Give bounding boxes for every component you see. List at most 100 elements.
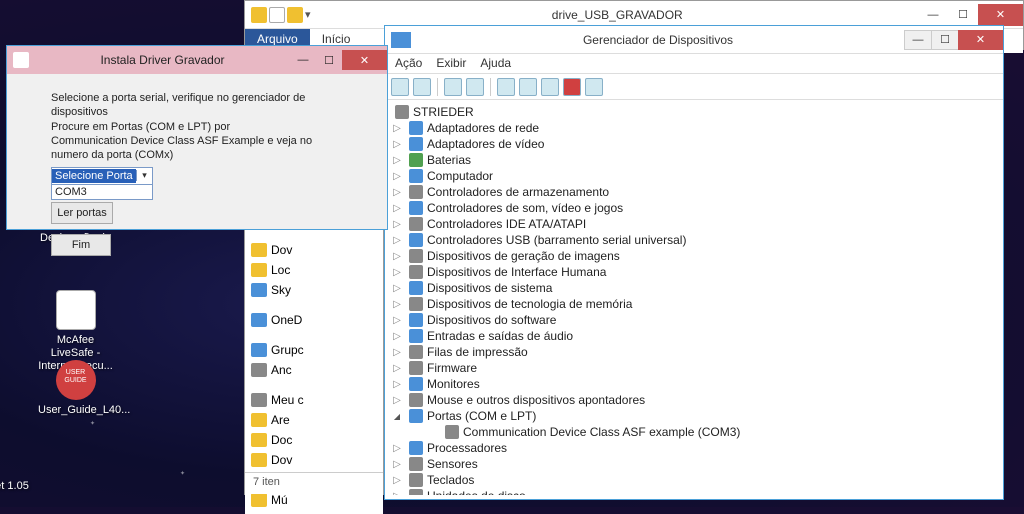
sensor-icon (409, 457, 423, 471)
explorer-title: drive_USB_GRAVADOR (317, 8, 918, 22)
combo-dropdown[interactable]: COM3 (51, 185, 153, 200)
explorer-quick-access: ▾ (245, 3, 317, 27)
combo-option-com3[interactable]: COM3 (52, 185, 152, 199)
tree-node[interactable]: Teclados (391, 472, 997, 488)
list-item[interactable]: Dov (249, 450, 379, 470)
tree-node[interactable]: Entradas e saídas de áudio (391, 328, 997, 344)
cpu-icon (409, 441, 423, 455)
end-button[interactable]: Fim (51, 234, 111, 256)
toolbar-fwd-icon[interactable] (413, 78, 431, 96)
folder-icon (251, 413, 267, 427)
tree-node[interactable]: Controladores de armazenamento (391, 184, 997, 200)
list-item[interactable]: Anc (249, 360, 379, 380)
tree-node[interactable]: Monitores (391, 376, 997, 392)
memory-icon (409, 297, 423, 311)
port-select-combo[interactable]: Selecione Porta ▾ (51, 167, 153, 185)
tree-node[interactable]: Controladores USB (barramento serial uni… (391, 232, 997, 248)
app-icon (13, 52, 29, 68)
maximize-button[interactable]: ☐ (316, 50, 342, 70)
close-button[interactable]: ✕ (958, 30, 1003, 50)
printer-icon (409, 345, 423, 359)
tree-node[interactable]: Adaptadores de rede (391, 120, 997, 136)
list-item[interactable]: OneD (249, 310, 379, 330)
folder-icon (251, 7, 267, 23)
dialog-title: Instala Driver Gravador (35, 53, 290, 67)
tree-node-com3[interactable]: Communication Device Class ASF example (… (427, 424, 997, 440)
list-item[interactable]: Sky (249, 280, 379, 300)
disk-icon (409, 489, 423, 495)
devmgr-icon (391, 32, 411, 48)
tree-node[interactable]: Filas de impressão (391, 344, 997, 360)
devmgr-toolbar (385, 74, 1003, 100)
firmware-icon (409, 361, 423, 375)
cloud-icon (251, 283, 267, 297)
tree-node[interactable]: Dispositivos do software (391, 312, 997, 328)
battery-icon (409, 153, 423, 167)
tree-node[interactable]: Processadores (391, 440, 997, 456)
devmgr-title: Gerenciador de Dispositivos (411, 33, 905, 47)
tree-node[interactable]: Computador (391, 168, 997, 184)
minimize-button[interactable]: — (904, 30, 932, 50)
explorer-statusbar: 7 iten (245, 472, 383, 494)
list-item[interactable]: Meu c (249, 390, 379, 410)
minimize-button[interactable]: — (918, 4, 948, 26)
tree-node[interactable]: Sensores (391, 456, 997, 472)
tree-node[interactable]: Mouse e outros dispositivos apontadores (391, 392, 997, 408)
tree-node[interactable]: Dispositivos de tecnologia de memória (391, 296, 997, 312)
computer-icon (251, 393, 267, 407)
maximize-button[interactable]: ☐ (948, 4, 978, 26)
toolbar-props-icon[interactable] (444, 78, 462, 96)
dialog-text: Communication Device Class ASF Example e… (51, 135, 351, 163)
devmgr-tree[interactable]: STRIEDER Adaptadores de rede Adaptadores… (385, 100, 1003, 495)
tree-node[interactable]: Adaptadores de vídeo (391, 136, 997, 152)
read-ports-button[interactable]: Ler portas (51, 202, 113, 224)
tree-node[interactable]: Dispositivos de sistema (391, 280, 997, 296)
menu-help[interactable]: Ajuda (480, 56, 511, 71)
computer-icon (409, 169, 423, 183)
menu-view[interactable]: Exibir (436, 56, 466, 71)
toolbar-refresh-icon[interactable] (585, 78, 603, 96)
tree-node[interactable]: Unidades de disco (391, 488, 997, 495)
tree-node[interactable]: Firmware (391, 360, 997, 376)
toolbar-scan-icon[interactable] (497, 78, 515, 96)
toolbar-help-icon[interactable] (466, 78, 484, 96)
tree-node[interactable]: Dispositivos de geração de imagens (391, 248, 997, 264)
toolbar-uninstall-icon[interactable] (541, 78, 559, 96)
close-button[interactable]: ✕ (978, 4, 1023, 26)
doc-icon (269, 7, 285, 23)
dialog-titlebar[interactable]: Instala Driver Gravador — ☐ ✕ (7, 46, 387, 74)
usb-icon (409, 233, 423, 247)
desktop-icon[interactable]: USER GUIDE User_Guide_L40... (38, 360, 113, 417)
network-icon (409, 121, 423, 135)
list-item[interactable]: Grupc (249, 340, 379, 360)
dialog-text: Procure em Portas (COM e LPT) por (51, 121, 351, 135)
minimize-button[interactable]: — (290, 50, 316, 70)
folder-icon (251, 433, 267, 447)
folder-icon (251, 493, 267, 507)
toolbar-disable-icon[interactable] (563, 78, 581, 96)
close-button[interactable]: ✕ (342, 50, 387, 70)
hid-icon (409, 265, 423, 279)
menu-action[interactable]: Ação (395, 56, 422, 71)
tree-node[interactable]: Baterias (391, 152, 997, 168)
tree-node[interactable]: Dispositivos de Interface Humana (391, 264, 997, 280)
desktop-icon[interactable]: et 1.05 (0, 480, 42, 493)
desktop-icon-label: User_Guide_L40... (38, 404, 113, 417)
maximize-button[interactable]: ☐ (931, 30, 959, 50)
user-guide-icon: USER GUIDE (56, 360, 96, 400)
devmgr-titlebar[interactable]: Gerenciador de Dispositivos — ☐ ✕ (385, 26, 1003, 54)
mcafee-icon (56, 290, 96, 330)
combo-selected: Selecione Porta (52, 169, 136, 183)
tree-node[interactable]: Controladores de som, vídeo e jogos (391, 200, 997, 216)
install-driver-dialog: Instala Driver Gravador — ☐ ✕ Selecione … (6, 45, 388, 230)
list-item[interactable]: Are (249, 410, 379, 430)
toolbar-update-icon[interactable] (519, 78, 537, 96)
folder-icon (287, 7, 303, 23)
list-item[interactable]: Doc (249, 430, 379, 450)
tree-root[interactable]: STRIEDER (391, 104, 997, 120)
monitor-icon (409, 377, 423, 391)
person-icon (251, 363, 267, 377)
toolbar-back-icon[interactable] (391, 78, 409, 96)
tree-node[interactable]: Controladores IDE ATA/ATAPI (391, 216, 997, 232)
tree-node-ports[interactable]: Portas (COM e LPT) (391, 408, 997, 424)
